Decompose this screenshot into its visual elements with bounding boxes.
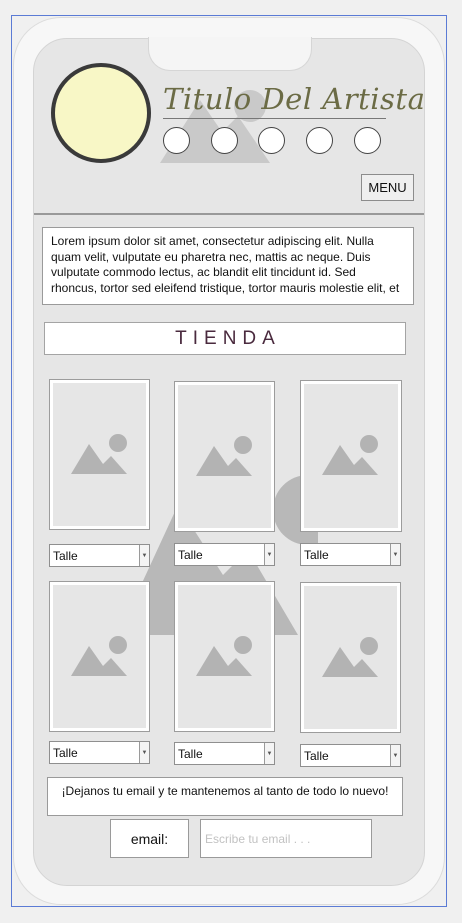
email-label: email: — [110, 819, 189, 858]
image-placeholder-icon — [304, 586, 397, 729]
size-select[interactable]: Talle ▼ — [49, 741, 150, 764]
artist-avatar — [51, 63, 151, 163]
chevron-down-icon: ▼ — [264, 743, 274, 764]
size-select[interactable]: Talle ▼ — [300, 744, 401, 767]
size-select[interactable]: Talle ▼ — [49, 544, 150, 567]
social-link-2[interactable] — [211, 127, 238, 154]
artist-description: Lorem ipsum dolor sit amet, consectetur … — [42, 227, 414, 305]
menu-button[interactable]: MENU — [361, 174, 414, 201]
store-title: TIENDA — [44, 322, 406, 355]
phone-notch — [148, 37, 312, 71]
chevron-down-icon: ▼ — [264, 544, 274, 565]
size-select[interactable]: Talle ▼ — [300, 543, 401, 566]
social-link-3[interactable] — [258, 127, 285, 154]
social-link-5[interactable] — [354, 127, 381, 154]
size-select[interactable]: Talle ▼ — [174, 543, 275, 566]
image-placeholder-icon — [178, 385, 271, 528]
chevron-down-icon: ▼ — [390, 544, 400, 565]
newsletter-message: ¡Dejanos tu email y te mantenemos al tan… — [47, 777, 403, 816]
social-link-1[interactable] — [163, 127, 190, 154]
title-underline — [163, 118, 386, 119]
email-input[interactable] — [200, 819, 372, 858]
image-placeholder-icon — [178, 585, 271, 728]
chevron-down-icon: ▼ — [139, 742, 149, 763]
image-placeholder-icon — [304, 384, 398, 528]
image-placeholder-icon — [53, 383, 146, 526]
artist-title: Titulo Del Artista — [163, 82, 426, 116]
header-divider — [34, 213, 424, 215]
social-link-4[interactable] — [306, 127, 333, 154]
chevron-down-icon: ▼ — [390, 745, 400, 766]
chevron-down-icon: ▼ — [139, 545, 149, 566]
image-placeholder-icon — [53, 585, 146, 728]
size-select[interactable]: Talle ▼ — [174, 742, 275, 765]
